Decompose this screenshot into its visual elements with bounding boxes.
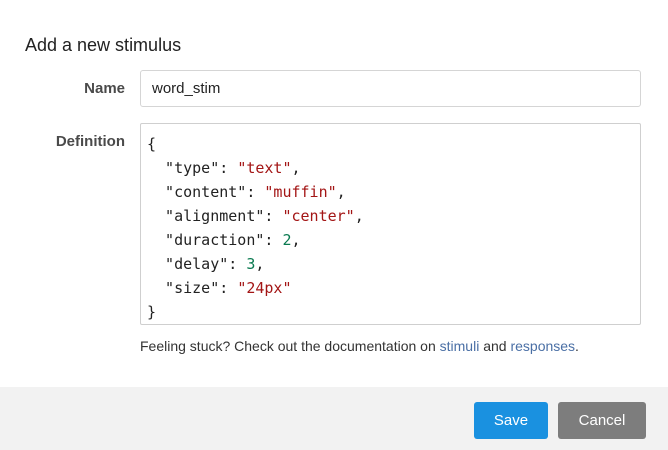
code-plain-token: "duraction":: [147, 231, 283, 249]
code-plain-token: ,: [255, 255, 265, 273]
code-line: "alignment": "center",: [147, 204, 634, 228]
code-line: "delay": 3,: [147, 252, 634, 276]
code-plain-token: }: [147, 303, 157, 321]
code-plain-token: "delay":: [147, 255, 247, 273]
code-plain-token: ,: [354, 207, 364, 225]
responses-doc-link[interactable]: responses: [510, 338, 575, 354]
code-line: "size": "24px": [147, 276, 634, 300]
definition-label: Definition: [55, 133, 125, 150]
code-line: "type": "text",: [147, 156, 634, 180]
help-middle: and: [479, 338, 511, 354]
help-suffix: .: [575, 338, 579, 354]
code-plain-token: ,: [291, 159, 301, 177]
code-plain-token: "size":: [147, 279, 238, 297]
code-line: "duraction": 2,: [147, 228, 634, 252]
code-plain-token: {: [147, 135, 157, 153]
add-stimulus-dialog: Add a new stimulus Name Definition { "ty…: [0, 0, 668, 450]
code-plain-token: ,: [336, 183, 346, 201]
help-text: Feeling stuck? Check out the documentati…: [140, 337, 579, 355]
name-input[interactable]: [140, 70, 641, 107]
code-plain-token: ,: [291, 231, 301, 249]
code-plain-token: "content":: [147, 183, 265, 201]
code-plain-token: "type":: [147, 159, 238, 177]
code-plain-token: "alignment":: [147, 207, 283, 225]
save-button[interactable]: Save: [474, 402, 548, 439]
code-number-token: 2: [282, 231, 292, 249]
code-line: "content": "muffin",: [147, 180, 634, 204]
cancel-button[interactable]: Cancel: [558, 402, 646, 439]
code-string-token: "text": [237, 159, 292, 177]
code-line: }: [147, 300, 634, 324]
stimuli-doc-link[interactable]: stimuli: [440, 338, 480, 354]
name-label: Name: [84, 80, 125, 97]
code-string-token: "24px": [237, 279, 292, 297]
code-line: {: [147, 132, 634, 156]
code-string-token: "muffin": [264, 183, 337, 201]
dialog-footer: Save Cancel: [0, 387, 668, 450]
code-string-token: "center": [282, 207, 355, 225]
help-prefix: Feeling stuck? Check out the documentati…: [140, 338, 440, 354]
definition-code-editor[interactable]: { "type": "text", "content": "muffin", "…: [140, 123, 641, 325]
dialog-title: Add a new stimulus: [25, 35, 182, 55]
